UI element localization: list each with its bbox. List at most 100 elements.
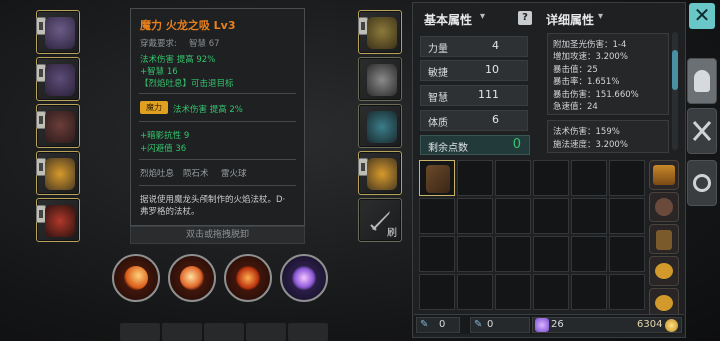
inventory-cell[interactable] — [571, 236, 607, 272]
detail-line: 暴击伤害：151.660% — [553, 90, 639, 100]
divider — [139, 93, 296, 94]
inventory-cell[interactable] — [571, 198, 607, 234]
fireball-icon — [124, 266, 148, 290]
currency-value-2: 0 — [487, 319, 494, 330]
gear-icon — [693, 174, 711, 192]
tab-combat[interactable] — [687, 108, 717, 154]
thunder-fireball-icon — [292, 266, 316, 290]
stat-line: +智慧 16 — [140, 67, 178, 77]
cloak-icon — [45, 64, 75, 96]
boots-icon — [367, 111, 397, 143]
skill-name: 雷火球 — [221, 169, 247, 179]
inventory-cell[interactable] — [419, 274, 455, 310]
detail-line: 增加攻速：3.200% — [553, 52, 628, 62]
inventory-cell[interactable] — [571, 160, 607, 196]
equip-slot-cloak[interactable] — [36, 57, 80, 101]
gold-coin-icon — [665, 319, 678, 332]
item-title: 魔力 火龙之吸 Lv3 — [140, 19, 236, 32]
divider — [139, 185, 296, 186]
stat-line: 法术伤害 提高 92% — [140, 55, 216, 65]
inventory-cell[interactable] — [571, 274, 607, 310]
inventory-cell[interactable] — [495, 236, 531, 272]
bottom-tab[interactable] — [162, 323, 202, 341]
side-slot-bag[interactable] — [649, 192, 679, 222]
stat-value: 111 — [478, 88, 499, 101]
equip-slot-weapon[interactable] — [36, 198, 80, 242]
equip-slot-armor[interactable] — [36, 104, 80, 148]
meteor-icon — [236, 266, 260, 290]
inventory-cell[interactable] — [609, 160, 645, 196]
inventory-cell[interactable] — [419, 236, 455, 272]
inventory-cell[interactable] — [533, 274, 569, 310]
equip-slot-gloves[interactable] — [358, 57, 402, 101]
inventory-cell[interactable] — [609, 236, 645, 272]
tab-equipment[interactable] — [687, 58, 717, 104]
inventory-cell[interactable] — [495, 198, 531, 234]
stat-row-wisdom: 智慧 111 — [420, 85, 528, 106]
armor-icon — [656, 230, 672, 250]
remaining-label: 剩余点数 — [428, 143, 468, 154]
stat-line: +闪避值 36 — [140, 144, 187, 154]
crossed-swords-icon — [692, 121, 712, 141]
gem-icon — [535, 318, 549, 332]
scroll-thumb[interactable] — [672, 50, 678, 90]
bottom-tab[interactable] — [204, 323, 244, 341]
stat-name: 体质 — [428, 118, 448, 129]
stat-value: 10 — [485, 63, 499, 76]
close-button[interactable]: ✕ — [689, 3, 715, 29]
bottom-tab[interactable] — [288, 323, 328, 341]
divider — [139, 121, 296, 122]
inventory-cell[interactable] — [419, 198, 455, 234]
inventory-cell[interactable] — [533, 160, 569, 196]
item-description: 弗罗格的法杖。 — [140, 207, 200, 217]
inventory-cell[interactable] — [533, 236, 569, 272]
remaining-points: 剩余点数 0 — [420, 135, 530, 155]
detail-scrollbar[interactable] — [672, 32, 678, 150]
dragon-staff-icon — [45, 205, 75, 237]
stat-value: 4 — [492, 39, 499, 52]
bottom-tab[interactable] — [246, 323, 286, 341]
staff-icon — [426, 165, 450, 193]
inventory-cell[interactable] — [457, 236, 493, 272]
equip-slot-helmet[interactable] — [36, 10, 80, 54]
equip-slot-boots[interactable] — [358, 104, 402, 148]
stat-name: 智慧 — [428, 93, 448, 104]
ring-icon — [45, 158, 75, 190]
detail-line: 暴击值：25 — [553, 65, 598, 75]
requirement-label: 穿戴要求: — [140, 39, 177, 49]
skill-slot-3[interactable] — [224, 254, 272, 302]
skill-slot-2[interactable] — [168, 254, 216, 302]
inventory-cell[interactable] — [609, 274, 645, 310]
bag-icon — [655, 198, 673, 216]
armor-icon — [45, 111, 75, 143]
stat-name: 敏捷 — [428, 68, 448, 79]
tab-settings[interactable] — [687, 160, 717, 206]
skill-slot-1[interactable] — [112, 254, 160, 302]
currency-box-1: ✎ 0 — [416, 317, 460, 333]
inventory-cell[interactable] — [457, 198, 493, 234]
side-slot-chest[interactable] — [649, 160, 679, 190]
stat-line: 【烈焰吐息】可击退目标 — [140, 79, 234, 89]
inventory-cell[interactable] — [457, 160, 493, 196]
inventory-cell[interactable] — [457, 274, 493, 310]
equip-slot-amulet[interactable] — [358, 10, 402, 54]
bottom-tab[interactable] — [120, 323, 160, 341]
skill-slot-4[interactable] — [280, 254, 328, 302]
inventory-cell[interactable] — [533, 198, 569, 234]
enchant-tag: 魔力 — [140, 101, 168, 114]
equip-slot-ring[interactable] — [36, 151, 80, 195]
inventory-cell[interactable] — [495, 160, 531, 196]
gold-count: 6304 — [637, 319, 663, 330]
ring-icon — [655, 295, 673, 311]
detail-attributes-header: 详细属性 — [546, 13, 595, 27]
inventory-cell[interactable] — [495, 274, 531, 310]
equip-slot-ring-2[interactable] — [358, 151, 402, 195]
gem-count: 26 — [551, 319, 564, 330]
help-icon[interactable]: ? — [518, 11, 532, 25]
inventory-cell[interactable] — [419, 160, 455, 196]
equip-slot-offhand[interactable]: 刷 — [358, 198, 402, 242]
side-slot-ring[interactable] — [649, 256, 679, 286]
amulet-icon — [367, 17, 397, 49]
inventory-cell[interactable] — [609, 198, 645, 234]
side-slot-armor[interactable] — [649, 224, 679, 254]
